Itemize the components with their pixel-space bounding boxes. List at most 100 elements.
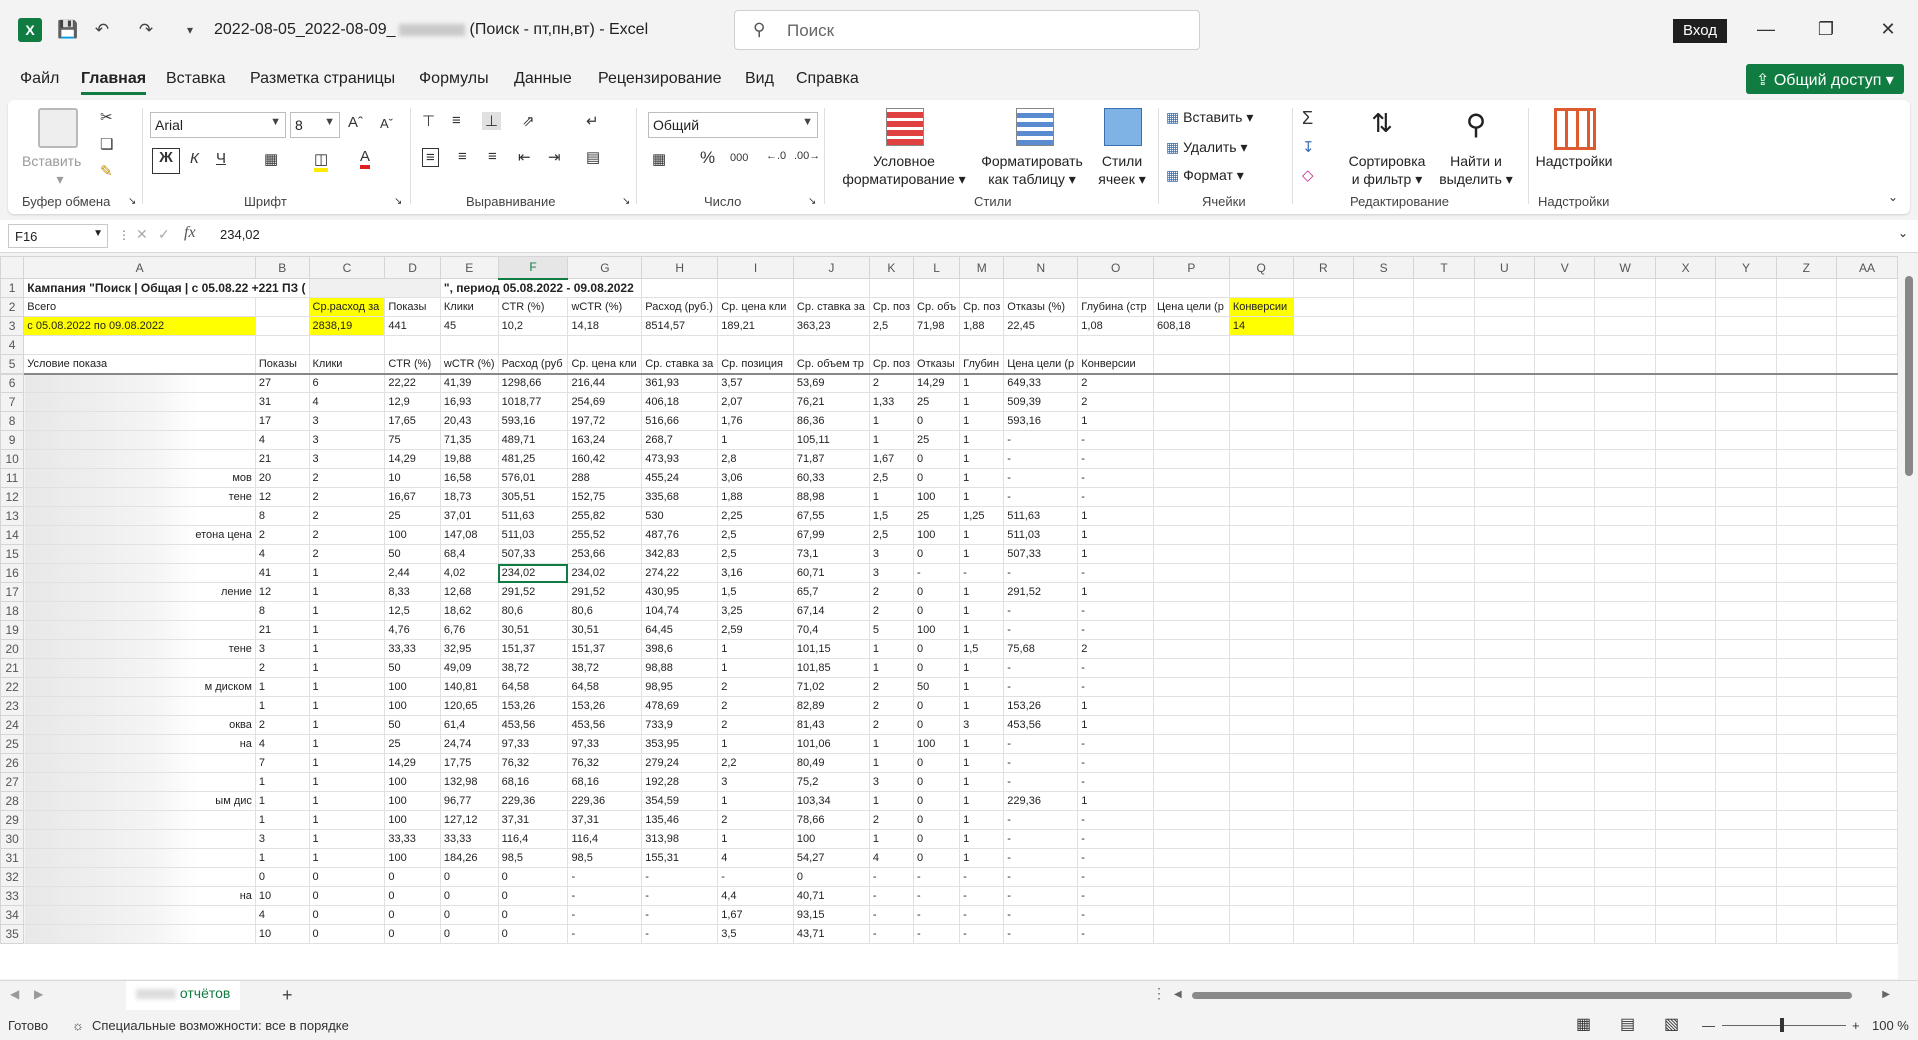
cell[interactable]: 105,11 [792, 430, 870, 450]
cell[interactable] [1715, 601, 1777, 621]
cell[interactable]: 22,45 [1003, 316, 1079, 336]
cell[interactable] [1534, 772, 1596, 792]
cell[interactable]: 1 [959, 582, 1005, 602]
cell[interactable] [1228, 620, 1294, 640]
cell[interactable] [23, 411, 256, 431]
cell[interactable] [1594, 411, 1656, 431]
cell[interactable] [1835, 924, 1898, 944]
cell[interactable]: 0 [913, 411, 961, 431]
cell[interactable] [1473, 696, 1536, 716]
cell[interactable]: тене [23, 639, 256, 659]
cell[interactable]: 70,4 [792, 620, 870, 640]
cell[interactable]: - [1003, 677, 1079, 697]
column-header[interactable]: B [254, 256, 310, 279]
cell[interactable] [1534, 924, 1596, 944]
cell[interactable]: 255,82 [567, 506, 643, 526]
cell[interactable] [1534, 791, 1596, 811]
cell[interactable]: 18,73 [439, 487, 499, 507]
cell[interactable]: 1 [959, 696, 1005, 716]
cell[interactable]: - [1077, 753, 1154, 773]
cell[interactable] [1292, 886, 1355, 906]
cell[interactable]: 12,5 [384, 601, 441, 621]
cell[interactable]: 93,15 [792, 905, 870, 925]
cell[interactable] [1292, 639, 1355, 659]
select-all-corner[interactable] [0, 256, 25, 279]
cell[interactable] [1353, 601, 1415, 621]
cell[interactable]: 1 [1077, 582, 1154, 602]
cell[interactable] [1353, 753, 1415, 773]
cell[interactable] [1292, 848, 1355, 868]
cell[interactable] [1534, 335, 1596, 355]
cell[interactable] [1292, 696, 1355, 716]
cell[interactable]: 37,31 [497, 810, 569, 830]
cell[interactable]: 17,75 [439, 753, 499, 773]
cell[interactable] [1153, 373, 1230, 393]
cell[interactable] [1353, 278, 1415, 298]
cell[interactable] [1228, 772, 1294, 792]
cell[interactable]: 2,25 [717, 506, 794, 526]
cell[interactable] [1835, 563, 1898, 583]
cell[interactable]: 1 [868, 753, 915, 773]
cell[interactable] [1413, 430, 1475, 450]
cell[interactable] [1292, 297, 1355, 317]
row-header[interactable]: 8 [0, 411, 25, 431]
cell[interactable] [1534, 449, 1596, 469]
cell[interactable] [23, 905, 256, 925]
cell[interactable]: - [567, 886, 643, 906]
cell[interactable]: 0 [913, 772, 961, 792]
cell[interactable]: 5 [868, 620, 915, 640]
cell[interactable]: 132,98 [439, 772, 499, 792]
autosum-icon[interactable]: Σ [1302, 108, 1313, 129]
cell[interactable]: 1 [959, 544, 1005, 564]
cell[interactable] [1835, 430, 1898, 450]
tab-page-layout[interactable]: Разметка страницы [250, 70, 395, 88]
cell[interactable]: 64,58 [497, 677, 569, 697]
cell[interactable]: 116,4 [497, 829, 569, 849]
cell[interactable]: 2838,19 [308, 316, 386, 336]
cell[interactable] [1654, 905, 1717, 925]
cell[interactable]: 1 [308, 639, 386, 659]
cell[interactable]: 16,93 [439, 392, 499, 412]
cell[interactable]: 17,65 [384, 411, 441, 431]
cell[interactable] [1835, 468, 1898, 488]
cell[interactable]: 37,31 [567, 810, 643, 830]
cell[interactable] [1353, 354, 1415, 375]
cell[interactable]: - [1003, 753, 1079, 773]
cell[interactable] [959, 278, 1005, 298]
cell[interactable] [1228, 810, 1294, 830]
cell[interactable]: 1 [1077, 544, 1154, 564]
column-header[interactable]: I [717, 256, 794, 279]
find-select-button[interactable]: Найти и выделить ▾ [1434, 152, 1518, 188]
tab-home[interactable]: Главная [81, 70, 147, 95]
cell[interactable]: 1 [254, 791, 310, 811]
cell[interactable]: 0 [913, 848, 961, 868]
align-middle-icon[interactable]: ≡ [452, 112, 461, 129]
cell[interactable] [1473, 430, 1536, 450]
cell[interactable]: - [868, 867, 915, 887]
cell[interactable] [1413, 867, 1475, 887]
cell[interactable]: 0 [913, 829, 961, 849]
row-header[interactable]: 23 [0, 696, 25, 716]
sign-in-button[interactable]: Вход [1673, 19, 1727, 43]
cell[interactable] [1775, 582, 1837, 602]
cell[interactable]: 7 [254, 753, 310, 773]
cell[interactable]: - [868, 886, 915, 906]
cell[interactable]: - [1003, 886, 1079, 906]
cell[interactable] [1353, 582, 1415, 602]
row-header[interactable]: 15 [0, 544, 25, 564]
cell[interactable] [1775, 886, 1837, 906]
cell[interactable] [1594, 829, 1656, 849]
cell[interactable]: 0 [384, 867, 441, 887]
cell[interactable]: 473,93 [641, 449, 719, 469]
cell[interactable] [1654, 354, 1717, 375]
cell[interactable]: 30,51 [567, 620, 643, 640]
currency-icon[interactable]: ▦ [652, 150, 666, 168]
column-header[interactable]: M [959, 256, 1005, 279]
cell[interactable]: 8514,57 [641, 316, 719, 336]
cell[interactable] [1473, 506, 1536, 526]
page-layout-view-icon[interactable]: ▤ [1620, 1014, 1635, 1034]
cell[interactable] [1534, 487, 1596, 507]
cell[interactable] [1835, 316, 1898, 336]
cell[interactable] [1534, 810, 1596, 830]
cell[interactable] [1775, 468, 1837, 488]
